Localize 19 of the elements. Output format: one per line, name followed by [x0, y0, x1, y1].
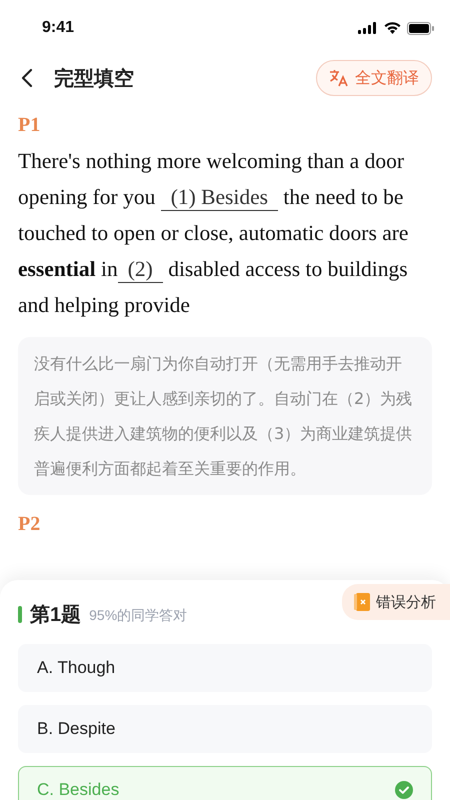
answer-option[interactable]: A. Though [18, 644, 432, 692]
document-icon [354, 593, 370, 611]
answer-option[interactable]: B. Despite [18, 705, 432, 753]
status-time: 9:41 [42, 19, 74, 37]
fill-in-line[interactable]: (2) [118, 256, 163, 283]
passage-text: There's nothing more welcoming than a door opening for you (1) Besides the need to be touched to open or close, automatic doors are essential in (2) disabled access to buildings and helping provide [18, 148, 410, 319]
translation-box: 没有什么比一扇门为你自动打开（无需用手去推动开启或关闭）更让人感到亲切的了。自动门在（2）为残疾人提供进入建筑物的便利以及（3）为商业建筑提供普遍便利方面都起着至关重要的作用。 [18, 337, 432, 495]
paragraph-label: P2 [18, 513, 42, 536]
accuracy-text: 95%的同学答对 [89, 606, 188, 625]
question-number: 第1题 [30, 602, 82, 628]
signal-icon [358, 22, 378, 34]
error-analysis-button[interactable]: 错误分析 [342, 584, 450, 620]
paragraph-label: P1 [18, 114, 42, 137]
battery-icon [407, 22, 434, 34]
check-icon [395, 781, 413, 799]
page-title: 完型填空 [54, 66, 135, 92]
translate-icon [329, 69, 349, 87]
fill-in-line[interactable]: (1) Besides [160, 184, 278, 211]
wifi-icon [384, 22, 401, 34]
